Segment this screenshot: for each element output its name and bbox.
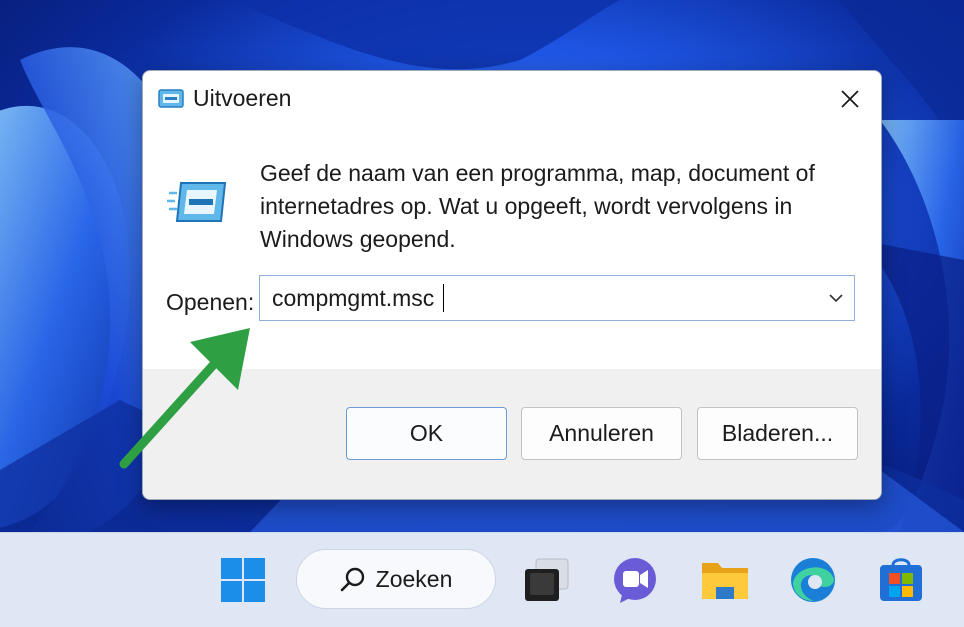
dialog-title: Uitvoeren [193,85,292,111]
chat-button[interactable] [610,555,660,605]
file-explorer-button[interactable] [700,555,750,605]
close-icon [841,90,859,108]
open-label: Openen: [166,289,255,315]
browse-button[interactable]: Bladeren... [697,407,858,460]
task-view-icon [525,558,569,601]
start-icon [221,558,265,602]
task-view-button[interactable] [522,555,572,605]
open-input[interactable]: compmgmt.msc [272,285,434,312]
edge-icon [791,558,835,602]
text-caret [443,284,444,312]
cancel-button[interactable]: Annuleren [521,407,682,460]
taskbar-search[interactable]: Zoeken [296,549,496,609]
store-icon [880,558,922,601]
taskbar: Zoeken [0,532,964,627]
run-icon [167,182,227,222]
search-icon [340,567,364,592]
store-button[interactable] [876,555,926,605]
ok-button[interactable]: OK [346,407,507,460]
title-bar[interactable]: Uitvoeren [143,71,881,127]
run-icon [158,89,184,108]
file-explorer-icon [702,563,748,599]
start-button[interactable] [218,555,268,605]
close-button[interactable] [819,71,881,127]
chat-icon [614,558,656,603]
open-combobox[interactable]: compmgmt.msc [259,275,855,321]
search-label: Zoeken [375,565,453,592]
dialog-description: Geef de naam van een programma, map, doc… [260,160,815,252]
edge-button[interactable] [788,555,838,605]
chevron-down-icon[interactable] [826,288,846,308]
annotation-arrow [119,328,250,469]
